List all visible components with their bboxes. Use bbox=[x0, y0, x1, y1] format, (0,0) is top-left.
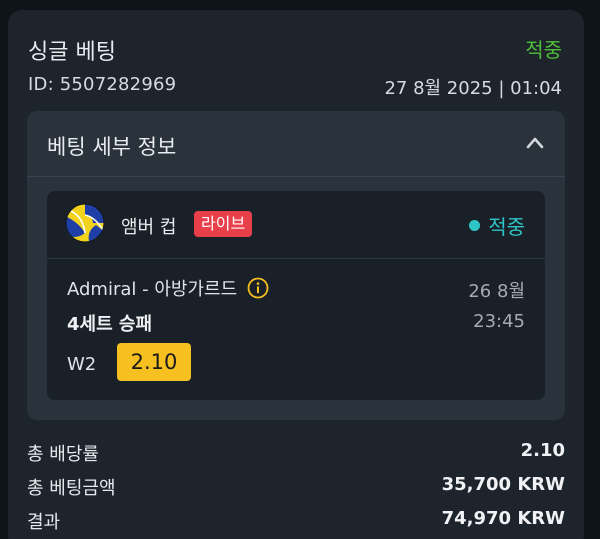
event-time: 23:45 bbox=[473, 311, 525, 332]
bet-details-title: 베팅 세부 정보 bbox=[47, 135, 177, 159]
volleyball-icon bbox=[65, 203, 105, 243]
bet-details-header[interactable]: 베팅 세부 정보 bbox=[27, 111, 565, 177]
odds-badge: 2.10 bbox=[117, 343, 191, 381]
result-label: 결과 bbox=[27, 512, 61, 533]
match-teams: Admiral - 아방가르드 bbox=[67, 275, 269, 301]
status-dot-icon bbox=[469, 220, 481, 231]
stake-label: 총 베팅금액 bbox=[27, 478, 116, 499]
chevron-up-icon[interactable] bbox=[525, 133, 545, 153]
total-odds-value: 2.10 bbox=[520, 440, 565, 461]
bet-card: 싱글 베팅 적중 ID: 5507282969 27 8월 2025 | 01:… bbox=[8, 10, 584, 539]
event-status: 적중 bbox=[469, 211, 525, 240]
market-name: 4세트 승패 bbox=[67, 314, 153, 335]
event-card: 앰버 컵 라이브 적중 Admiral - 아방가르드 26 8월 4세트 승패… bbox=[47, 191, 545, 400]
stake-value: 35,700 KRW bbox=[441, 474, 565, 495]
league-name: 앰버 컵 bbox=[121, 217, 177, 238]
teams-label: Admiral - 아방가르드 bbox=[67, 279, 238, 300]
bet-type-title: 싱글 베팅 bbox=[28, 40, 116, 65]
event-date: 26 8월 bbox=[468, 281, 525, 302]
bet-id: ID: 5507282969 bbox=[28, 74, 177, 95]
selection-pick: W2 bbox=[67, 354, 97, 375]
event-header: 앰버 컵 라이브 적중 bbox=[47, 191, 545, 259]
result-value: 74,970 KRW bbox=[441, 508, 565, 529]
info-icon[interactable] bbox=[247, 277, 269, 299]
total-odds-label: 총 배당률 bbox=[27, 444, 99, 465]
bet-details-panel: 베팅 세부 정보 앰버 컵 라이브 적중 Admiral - 아방가르드 26 … bbox=[27, 111, 565, 420]
bet-status-badge: 적중 bbox=[525, 38, 562, 62]
live-badge: 라이브 bbox=[194, 211, 253, 237]
event-status-label: 적중 bbox=[488, 215, 525, 239]
bet-date: 27 8월 2025 | 01:04 bbox=[384, 78, 562, 99]
